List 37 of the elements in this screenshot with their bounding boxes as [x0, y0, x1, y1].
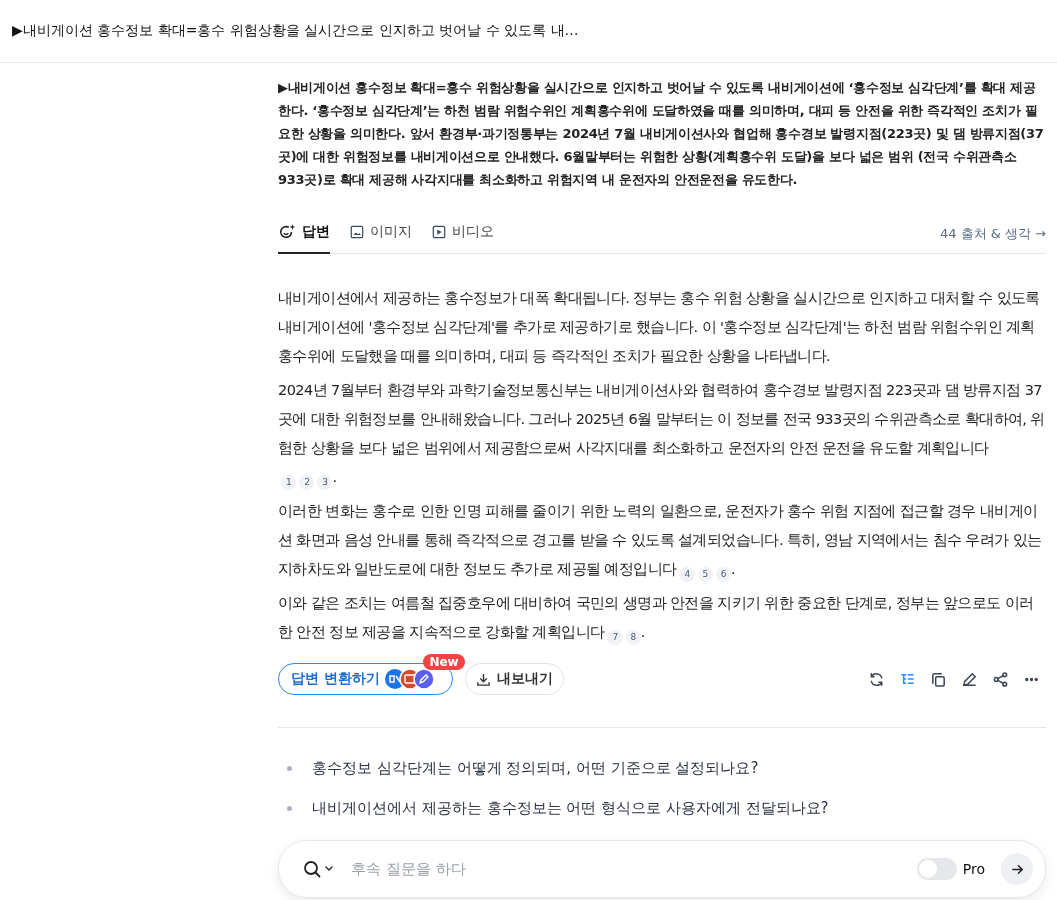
sparkle-chat-icon	[278, 223, 296, 241]
related-question[interactable]: 내비게이션에서 제공하는 홍수정보는 어떤 형식으로 사용자에게 전달되나요?	[312, 798, 829, 818]
citation-badge[interactable]: 1	[281, 475, 297, 490]
image-icon	[350, 225, 364, 239]
citation-badge[interactable]: 5	[697, 567, 713, 582]
citation-badge[interactable]: 3	[317, 475, 333, 490]
new-badge: New	[423, 654, 465, 670]
answer-paragraph: 이와 같은 조치는 여름철 집중호우에 대비하여 국민의 생명과 안전을 지키기 위한 중요한 단계로, 정부는 앞으로도 이러한 안전 정보 제공을 지속적으로 강화할 계획입니다 7 8 .	[278, 589, 1046, 647]
page-title: ▶내비게이션 홍수정보 확대=홍수 위험상황을 실시간으로 인지하고 벗어날 수 있도록 내…	[12, 22, 579, 40]
export-button[interactable]: 내보내기	[464, 663, 564, 695]
tab[interactable]: 비디오	[432, 215, 494, 254]
refresh-icon[interactable]	[868, 670, 885, 688]
download-icon	[475, 671, 491, 687]
tab[interactable]: 이미지	[350, 215, 412, 254]
answer-paragraph: 이러한 변화는 홍수로 인한 인명 피해를 줄이기 위한 노력의 일환으로, 운전자가 홍수 위험 지점에 접근할 경우 내비게이션 화면과 음성 안내를 통해 즉각적으로 경고를 받을 수 있도록 설계되었습니다. 특히, 영남 지역에서는 침수 우려가 있는 지하차도와 일반도로에 대한 정보도 추가로 제공될 예정입니다 4 5 6 .	[278, 497, 1046, 584]
bullet-icon	[287, 805, 292, 811]
follow-up-input[interactable]: 후속 질문을 하다	[349, 859, 917, 879]
submit-button[interactable]	[1001, 853, 1033, 885]
citation-badge[interactable]: 8	[625, 630, 641, 645]
bullet-icon	[287, 765, 292, 771]
answer-paragraph: 내비게이션에서 제공하는 홍수정보가 대폭 확대됩니다. 정부는 홍수 위험 상황을 실시간으로 인지하고 대처할 수 있도록 내비게이션에 '홍수정보 심각단계'를 추가로 제공하기로 했습니다. 이 '홍수정보 심각단계'는 하천 범람 위험수위인 계획홍수위에 도달했을 때를 의미하며, 대피 등 즉각적인 조치가 필요한 상황을 나타냅니다.	[278, 289, 1041, 366]
pencil-icon[interactable]	[961, 670, 978, 688]
query-text: ▶내비게이션 홍수정보 확대=홍수 위험상황을 실시간으로 인지하고 벗어날 수 있도록 내비게이션에 ‘홍수정보 심각단계’를 확대 제공한다. ‘홍수정보 심각단계’는 하천 범람 위험수위인 계획홍수위에 도달하였을 때를 의미하며, 대피 등 안전을 위한 즉각적인 조치가 필요한 상황을 의미한다. 앞서 환경부·과기정통부는 2024년 7월 내비게이션사와 협업해 홍수경보 발령지점(223곳) 및 댐 방류지점(37곳)에 대한 위험정보를 내비게이션으로 안내했다. 6월말부터는 위험한 상황(계획홍수위 도달)을 보다 넓은 범위 (전국 수위관측소 933곳)로 확대 제공해 사각지대를 최소화하고 위험지역 내 운전자의 안전운전을 유도한다.	[278, 79, 1045, 189]
citation-badge[interactable]: 2	[299, 475, 315, 490]
tab[interactable]: 답변	[278, 215, 330, 254]
copy-icon[interactable]	[930, 670, 947, 688]
sources-link[interactable]: 44 출처 & 생각 →	[939, 225, 1046, 243]
share-icon[interactable]	[992, 670, 1009, 688]
citation-badge[interactable]: 4	[679, 567, 695, 582]
answer-paragraph: 2024년 7월부터 환경부와 과학기술정보통신부는 내비게이션사와 협력하여 홍수경보 발령지점 223곳과 댐 방류지점 37곳에 대한 위험정보를 안내해왔습니다. 그러나 2025년 6월 말부터는 이 정보를 전국 933곳의 수위관측소로 확대하여, 위험한 상황을 보다 넓은 범위에서 제공함으로써 사각지대를 최소화하고 운전자의 안전 운전을 유도할 계획입니다 1 2 3 .	[278, 376, 1046, 492]
pro-label: Pro	[962, 861, 985, 877]
citation-badge[interactable]: 6	[715, 567, 731, 582]
citation-badge[interactable]: 7	[607, 630, 623, 645]
related-question[interactable]: 홍수정보 심각단계는 어떻게 정의되며, 어떤 기준으로 설정되나요?	[312, 758, 759, 778]
play-icon	[432, 225, 446, 239]
follow-up-field[interactable]: 후속 질문을 하다 Pro	[278, 840, 1046, 898]
pro-toggle[interactable]	[916, 858, 957, 880]
